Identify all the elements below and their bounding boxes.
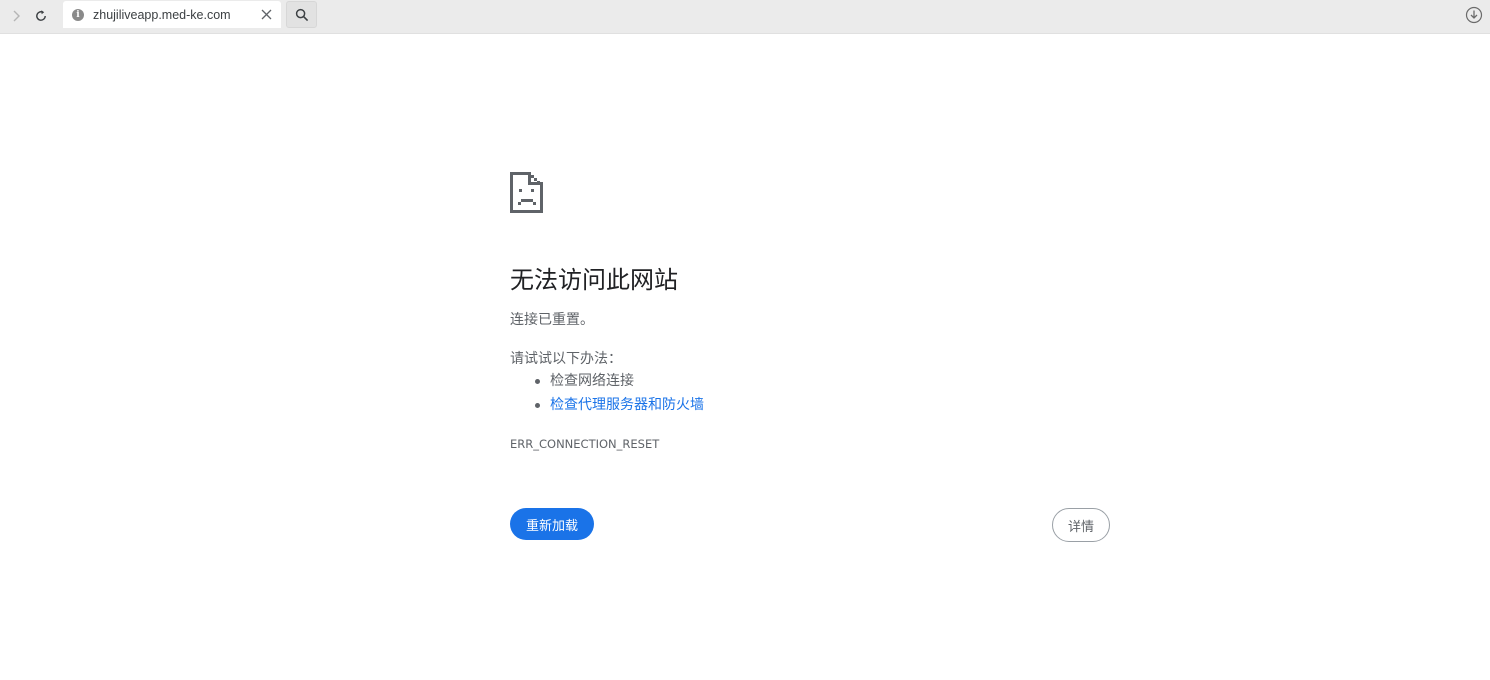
list-item: 检查网络连接: [510, 371, 704, 395]
forward-button[interactable]: [4, 4, 28, 28]
reload-button[interactable]: 重新加载: [510, 508, 595, 540]
search-button[interactable]: [286, 1, 317, 28]
download-button[interactable]: [1464, 5, 1484, 25]
bullet: [535, 379, 540, 384]
reload-nav-button[interactable]: [29, 4, 53, 28]
close-tab-button[interactable]: [259, 7, 273, 21]
search-icon: [295, 8, 308, 21]
bullet: [535, 403, 540, 408]
refresh-icon: [36, 10, 46, 21]
suggestions-list: 检查网络连接 检查代理服务器和防火墙: [510, 371, 704, 419]
details-button[interactable]: 详情: [1051, 508, 1110, 542]
sad-page-icon: [510, 172, 543, 213]
error-code: ERR_CONNECTION_RESET: [510, 437, 660, 451]
info-icon[interactable]: i: [72, 8, 84, 21]
suggestions-heading: 请试试以下办法：: [510, 351, 622, 367]
browser-toolbar: i zhujiliveapp.med-ke.com: [0, 0, 1490, 34]
tab-url[interactable]: zhujiliveapp.med-ke.com: [93, 8, 231, 22]
suggestion-check-network: 检查网络连接: [550, 373, 634, 389]
error-title: 无法访问此网站: [510, 266, 678, 294]
error-subtitle: 连接已重置。: [510, 312, 594, 328]
close-icon: [261, 9, 271, 19]
chevron-right-icon: [13, 10, 20, 22]
suggestion-check-proxy-link[interactable]: 检查代理服务器和防火墙: [550, 397, 704, 413]
browser-tab[interactable]: i zhujiliveapp.med-ke.com: [63, 1, 281, 28]
list-item: 检查代理服务器和防火墙: [510, 395, 704, 419]
download-icon: [1465, 6, 1483, 24]
